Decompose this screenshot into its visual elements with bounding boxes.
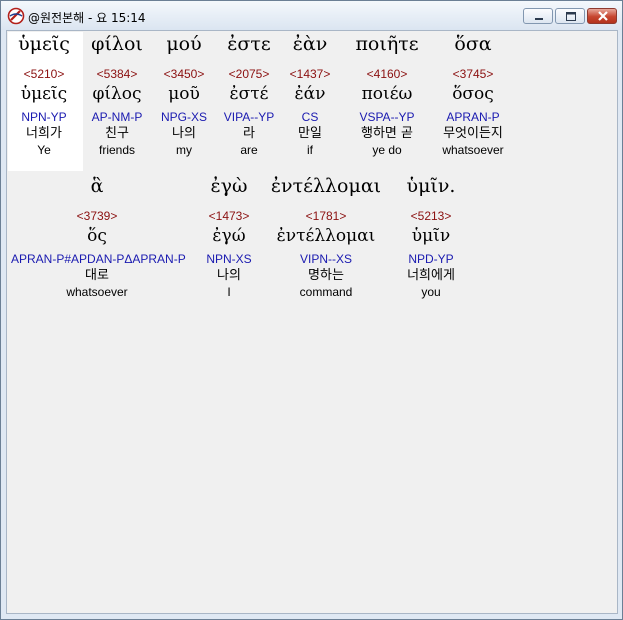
greek-word[interactable]: ἐστε [217, 32, 281, 57]
greek-word[interactable]: μού [155, 32, 213, 57]
app-window: @원전본해 - 요 15:14 ὑμεῖς <5210> ὑμεῖς NPN-Y… [0, 0, 623, 620]
word-column[interactable]: ἐὰν <1437> ἐάν CS 만일 if [285, 32, 335, 158]
strong-number[interactable]: <3450> [155, 66, 213, 82]
title-bar[interactable]: @원전본해 - 요 15:14 [1, 1, 622, 30]
word-column[interactable]: ἐγὼ <1473> ἐγώ NPN-XS 나의 I [199, 174, 259, 300]
lemma: ποιέω [361, 84, 413, 104]
lemma: ἐντέλλομαι [276, 226, 376, 246]
word-column[interactable]: ποιῆτε <4160> ποιέω VSPA--YP 행하면 곧 ye do [345, 32, 429, 158]
english-gloss: friends [98, 143, 136, 157]
strong-number[interactable]: <1437> [285, 66, 335, 82]
greek-word[interactable]: ἐντέλλομαι [263, 174, 389, 199]
strong-number[interactable]: <3745> [433, 66, 513, 82]
greek-word[interactable]: ἃ [11, 174, 183, 199]
strong-number[interactable]: <5384> [85, 66, 149, 82]
strong-number[interactable]: <4160> [345, 66, 429, 82]
lemma: ὅς [87, 226, 107, 246]
interlinear-panel: ὑμεῖς <5210> ὑμεῖς NPN-YP 너희가 Ye φίλοι <… [6, 30, 618, 614]
word-column[interactable]: ἐντέλλομαι <1781> ἐντέλλομαι VIPN--XS 명하… [263, 174, 389, 300]
morphology[interactable]: APRAN-P [433, 109, 513, 125]
korean-gloss: 무엇이든지 [443, 126, 503, 141]
korean-gloss: 나의 [172, 126, 196, 141]
maximize-button[interactable] [555, 8, 585, 24]
english-gloss: ye do [372, 143, 402, 157]
english-gloss: Ye [37, 143, 51, 157]
korean-gloss: 만일 [298, 126, 322, 141]
english-gloss: whatsoever [66, 285, 128, 299]
morphology[interactable]: NPD-YP [393, 251, 469, 267]
strong-number[interactable]: <2075> [217, 66, 281, 82]
strong-number[interactable]: <5210> [9, 66, 79, 82]
morphology[interactable]: CS [285, 109, 335, 125]
english-gloss: I [227, 285, 231, 299]
word-column[interactable]: μού <3450> μοῦ NPG-XS 나의 my [155, 32, 213, 158]
greek-word[interactable]: ποιῆτε [345, 32, 429, 57]
english-gloss: are [240, 143, 258, 157]
korean-gloss: 명하는 [308, 268, 344, 283]
lemma: ἐγώ [212, 226, 246, 246]
korean-gloss: 친구 [105, 126, 129, 141]
english-gloss: whatsoever [442, 143, 504, 157]
korean-gloss: 행하면 곧 [361, 126, 413, 141]
lemma: μοῦ [168, 84, 200, 104]
korean-gloss: 라 [243, 126, 255, 141]
strong-number[interactable]: <3739> [11, 208, 183, 224]
close-button[interactable] [587, 8, 617, 24]
morphology[interactable]: NPN-YP [9, 109, 79, 125]
word-column[interactable]: ἃ <3739> ὅς APRAN-P#APDAN-PΔAPRAN-P 대로 w… [11, 174, 186, 300]
word-column[interactable]: φίλοι <5384> φίλος AP-NM-P 친구 friends [85, 32, 149, 158]
morphology[interactable]: AP-NM-P [85, 109, 149, 125]
english-gloss: you [421, 285, 441, 299]
english-gloss: my [176, 143, 192, 157]
greek-word[interactable]: ὑμεῖς [9, 32, 79, 57]
close-icon [598, 11, 608, 21]
greek-word[interactable]: φίλοι [85, 32, 149, 57]
minimize-button[interactable] [523, 8, 553, 24]
lemma: ὑμῖν [411, 226, 451, 246]
word-column[interactable]: ἐστε <2075> ἐστέ VIPA--YP 라 are [217, 32, 281, 158]
word-column[interactable]: ὑμῖν. <5213> ὑμῖν NPD-YP 너희에게 you [393, 174, 469, 300]
maximize-icon [566, 12, 576, 21]
word-column[interactable]: ὅσα <3745> ὅσος APRAN-P 무엇이든지 whatsoever [433, 32, 513, 158]
korean-gloss: 너희가 [26, 126, 62, 141]
morphology[interactable]: NPN-XS [199, 251, 259, 267]
morphology[interactable]: APRAN-P#APDAN-PΔAPRAN-P [11, 251, 186, 267]
english-gloss: command [299, 285, 353, 299]
lemma: ὅσος [452, 84, 494, 104]
korean-gloss: 나의 [217, 268, 241, 283]
app-icon[interactable] [7, 7, 25, 25]
morphology[interactable]: VIPN--XS [263, 251, 389, 267]
morphology[interactable]: VSPA--YP [345, 109, 429, 125]
greek-word[interactable]: ὅσα [433, 32, 513, 57]
korean-gloss: 대로 [85, 268, 109, 283]
greek-word[interactable]: ἐγὼ [199, 174, 259, 199]
english-gloss: if [307, 143, 313, 157]
strong-number[interactable]: <1473> [199, 208, 259, 224]
minimize-icon [535, 18, 543, 20]
greek-word[interactable]: ὑμῖν. [393, 174, 469, 199]
morphology[interactable]: NPG-XS [155, 109, 213, 125]
strong-number[interactable]: <1781> [263, 208, 389, 224]
window-title: @원전본해 - 요 15:14 [28, 11, 146, 25]
lemma: φίλος [92, 84, 142, 104]
word-column[interactable]: ὑμεῖς <5210> ὑμεῖς NPN-YP 너희가 Ye [9, 32, 79, 158]
strong-number[interactable]: <5213> [393, 208, 469, 224]
lemma: ἐστέ [229, 84, 269, 104]
lemma: ὑμεῖς [20, 84, 68, 104]
morphology[interactable]: VIPA--YP [217, 109, 281, 125]
korean-gloss: 너희에게 [407, 268, 455, 283]
lemma: ἐάν [294, 84, 326, 104]
greek-word[interactable]: ἐὰν [285, 32, 335, 57]
